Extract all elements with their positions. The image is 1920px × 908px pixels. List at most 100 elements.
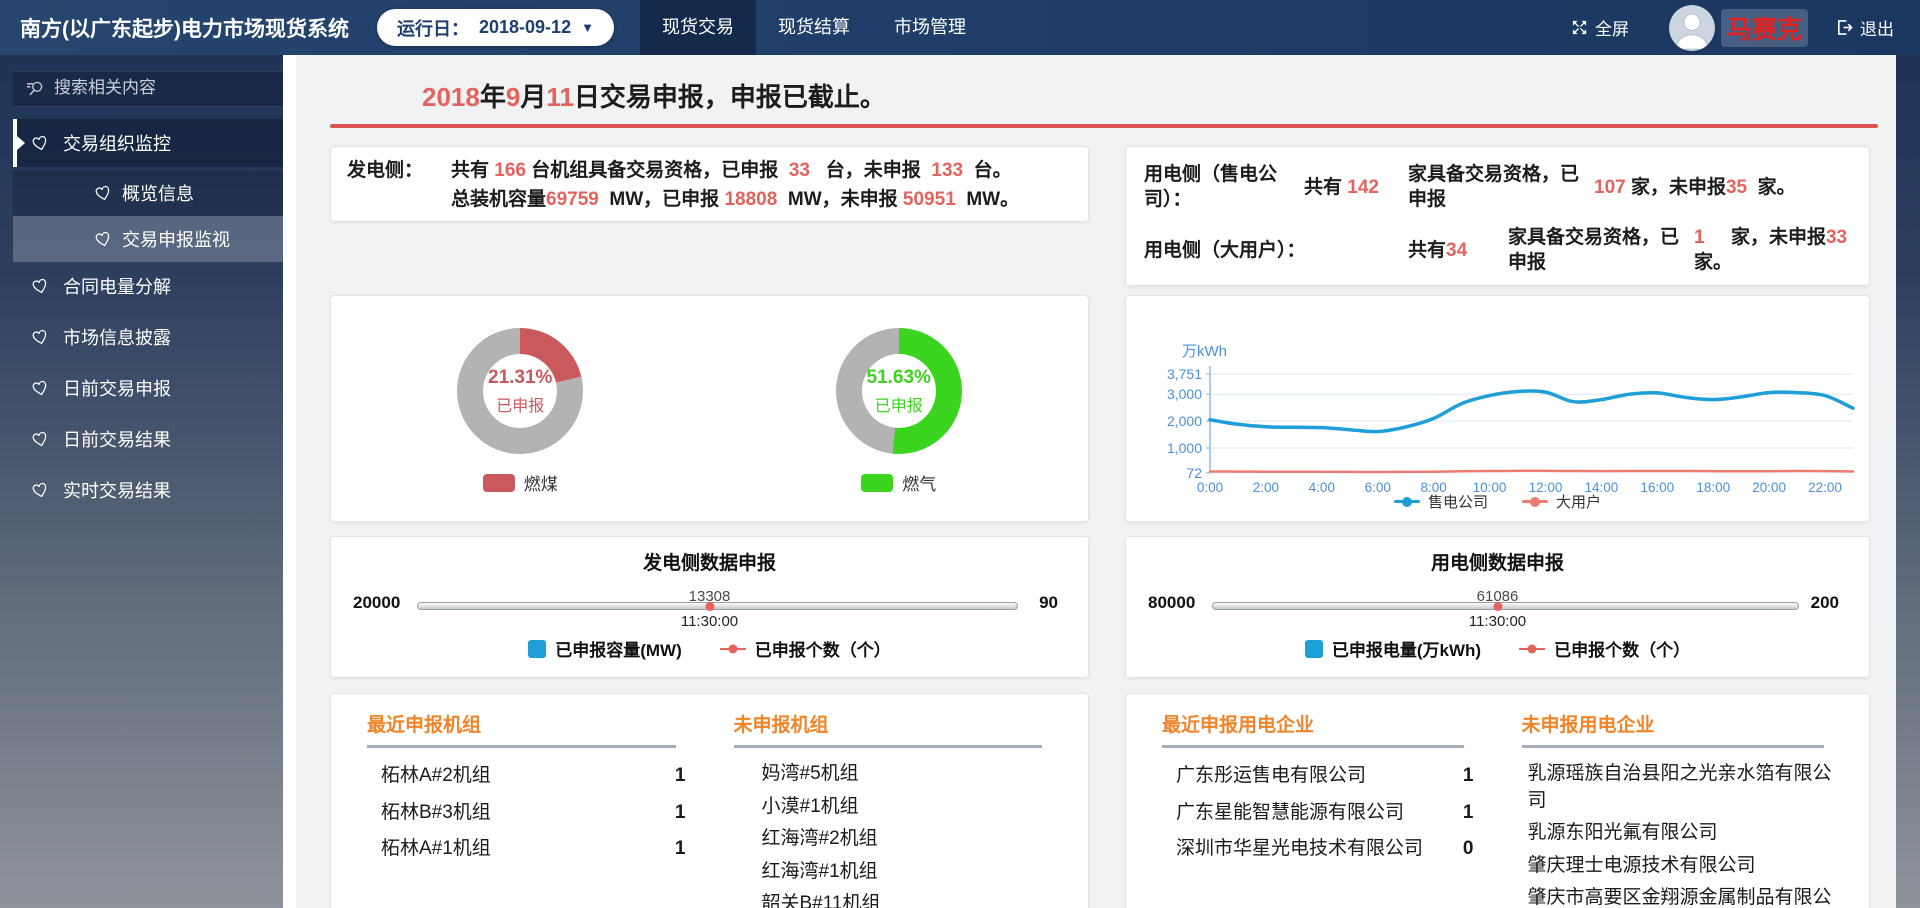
large-user-mid-text: 家具备交易资格，已申报 [1508, 225, 1694, 275]
list-item-name: 韶关B#11机组 [762, 891, 881, 908]
fullscreen-button[interactable]: 全屏 [1571, 15, 1629, 40]
consumption-slider: 80000 61086 11:30:00 200 [1126, 577, 1869, 632]
sidebar-search[interactable] [13, 71, 283, 105]
coal-declared-donut-chart: 21.31% 已申报 [457, 328, 583, 454]
retailer-mid-text: 家具备交易资格，已申报 [1408, 162, 1594, 212]
list-item-name: 肇庆市高要区金翔源金属制品有限公司 [1528, 885, 1834, 908]
list-item-value: 1 [1463, 800, 1474, 827]
series-legend-retailers[interactable]: 售电公司 [1394, 491, 1488, 512]
list-item-name: 广东星能智慧能源有限公司 [1176, 800, 1404, 827]
sidebar-subitem[interactable]: 概览信息 [13, 170, 283, 216]
timeline-handle[interactable] [705, 602, 714, 611]
list-item-name: 妈湾#5机组 [762, 761, 859, 788]
top-navbar: 南方(以广东起步)电力市场现货系统 运行日： 2018-09-12 ▼ 现货交易… [0, 0, 1920, 55]
sidebar: 交易组织监控概览信息交易申报监视合同电量分解市场信息披露日前交易申报日前交易结果… [0, 55, 283, 908]
timeline-track[interactable] [417, 602, 1018, 610]
timeline-track[interactable] [1212, 602, 1799, 610]
seal-icon [30, 327, 50, 347]
sidebar-subitem[interactable]: 交易申报监视 [13, 216, 283, 262]
recent-declared-consumers-column: 最近申报用电企业 广东彤运售电有限公司1广东星能智慧能源有限公司1深圳市华星光电… [1162, 710, 1474, 908]
large-user-total: 共有34 [1408, 238, 1508, 263]
sidebar-item[interactable]: 市场信息披露 [13, 313, 283, 361]
sidebar-item-label: 合同电量分解 [63, 273, 171, 299]
series-legend-large-users[interactable]: 大用户 [1522, 491, 1601, 512]
run-date-selector[interactable]: 运行日： 2018-09-12 ▼ [377, 9, 614, 46]
search-input[interactable] [54, 78, 254, 98]
line-chart-legend: 售电公司 大用户 [1126, 491, 1869, 512]
red-divider [330, 124, 1878, 128]
list-item-name: 红海湾#1机组 [762, 859, 878, 886]
svg-text:2,000: 2,000 [1167, 413, 1202, 429]
pending-units-title: 未申报机组 [734, 710, 1053, 737]
list-item-value: 1 [1463, 763, 1474, 790]
coal-declared-percent: 21.31% [488, 367, 552, 389]
sidebar-item[interactable]: 日前交易结果 [13, 415, 283, 463]
declared-energy-legend: 已申报电量(万kWh) [1305, 636, 1481, 661]
list-item-value: 1 [675, 836, 686, 863]
main-tab[interactable]: 现货交易 [640, 0, 756, 55]
sidebar-item-label: 实时交易结果 [63, 477, 171, 503]
svg-text:72: 72 [1186, 465, 1202, 481]
list-item-name: 柘林A#2机组 [381, 763, 491, 790]
run-date-value: 2018-09-12 [479, 17, 571, 38]
fullscreen-icon [1571, 19, 1588, 36]
list-item-value: 1 [675, 800, 686, 827]
seal-icon [93, 229, 113, 249]
main-tab[interactable]: 市场管理 [872, 0, 988, 55]
coal-legend[interactable]: 燃煤 [483, 470, 558, 495]
generation-slider-title: 发电侧数据申报 [331, 548, 1088, 575]
svg-text:3,751: 3,751 [1167, 366, 1202, 382]
list-item: 柘林A#2机组1 [367, 758, 686, 795]
logout-label: 退出 [1860, 15, 1894, 40]
gas-declared-donut-chart: 51.63% 已申报 [836, 328, 962, 454]
declared-capacity-legend: 已申报容量(MW) [528, 636, 682, 661]
seal-icon [30, 480, 50, 500]
sidebar-item-label: 日前交易结果 [63, 426, 171, 452]
gas-declared-sublabel: 已申报 [875, 392, 923, 416]
gas-legend[interactable]: 燃气 [861, 470, 936, 495]
seal-icon [30, 276, 50, 296]
pending-consumers-title: 未申报用电企业 [1522, 710, 1834, 737]
main-content: 2018年9月11日交易申报，申报已截止。 发电侧： 共有 166 台机组具备交… [283, 55, 1896, 908]
slider-min-label: 80000 [1148, 593, 1195, 613]
seal-icon [93, 183, 113, 203]
generation-stats-line2: 总装机容量69759 MW，已申报 18808 MW，未申报 50951 MW。 [451, 185, 1019, 214]
logout-button[interactable]: 退出 [1836, 15, 1894, 40]
sidebar-item-label: 日前交易申报 [63, 375, 171, 401]
seal-icon [30, 429, 50, 449]
seal-icon [30, 133, 50, 153]
list-item: 柘林A#1机组1 [367, 831, 686, 868]
sidebar-item[interactable]: 日前交易申报 [13, 364, 283, 412]
generation-units-lists-card: 最近申报机组 柘林A#2机组1柘林B#3机组1柘林A#1机组1 未申报机组 妈湾… [330, 693, 1089, 908]
sidebar-subitem-label: 概览信息 [122, 180, 194, 206]
list-item-name: 乳源瑶族自治县阳之光亲水箔有限公司 [1528, 761, 1834, 814]
coal-legend-label: 燃煤 [524, 470, 558, 495]
red-dot-marker [1519, 640, 1545, 658]
svg-text:万kWh: 万kWh [1182, 343, 1227, 360]
consumption-slider-title: 用电侧数据申报 [1126, 548, 1869, 575]
gas-donut-group: 51.63% 已申报 燃气 [836, 328, 962, 495]
retailer-side-label: 用电侧（售电公司）： [1144, 162, 1304, 212]
list-item: 广东彤运售电有限公司1 [1162, 758, 1474, 795]
sidebar-item[interactable]: 交易组织监控 [13, 119, 283, 167]
legend-line-dot-marker [1394, 500, 1420, 503]
sidebar-item[interactable]: 实时交易结果 [13, 466, 283, 514]
sidebar-item-label: 交易组织监控 [63, 130, 171, 156]
sidebar-item[interactable]: 合同电量分解 [13, 262, 283, 310]
gas-legend-label: 燃气 [902, 470, 936, 495]
user-avatar-icon [1669, 5, 1715, 51]
main-tab[interactable]: 现货结算 [756, 0, 872, 55]
generation-side-label: 发电侧： [347, 156, 427, 212]
consumption-side-stats-card: 用电侧（售电公司）： 共有 142 家具备交易资格，已申报 107 家，未申报3… [1125, 146, 1870, 286]
list-item: 红海湾#2机组 [734, 823, 1053, 856]
list-item-name: 小漠#1机组 [762, 794, 859, 821]
list-item: 广东星能智慧能源有限公司 1 [1162, 795, 1474, 832]
sidebar-menu: 交易组织监控概览信息交易申报监视合同电量分解市场信息披露日前交易申报日前交易结果… [13, 119, 283, 514]
avatar[interactable] [1669, 5, 1715, 51]
retailer-total: 共有 142 [1304, 175, 1408, 200]
timeline-handle[interactable] [1493, 602, 1502, 611]
list-item: 柘林B#3机组1 [367, 795, 686, 832]
chevron-down-icon: ▼ [581, 20, 594, 35]
seal-icon [30, 378, 50, 398]
run-date-label: 运行日： [397, 15, 469, 41]
